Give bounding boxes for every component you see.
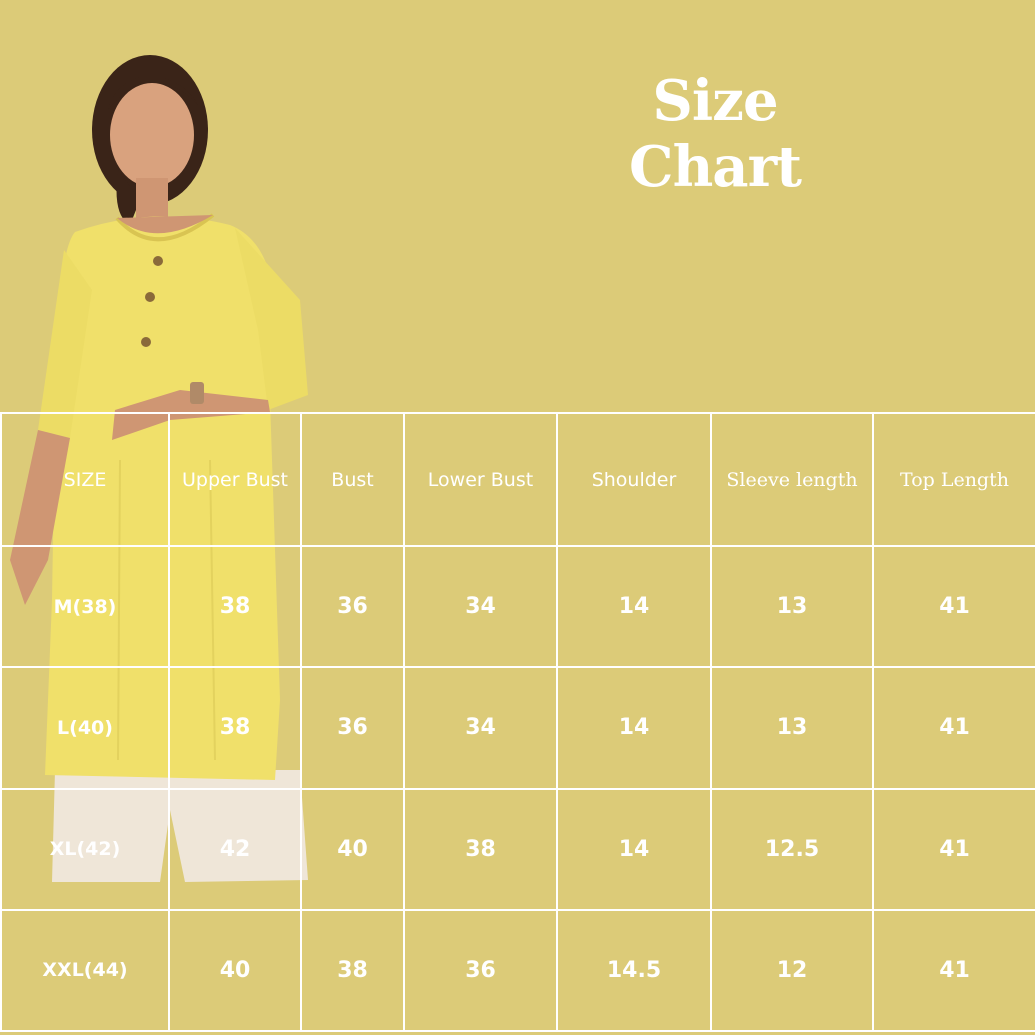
- size-cell: L(40): [0, 666, 170, 790]
- lower-bust-cell: 38: [403, 787, 558, 911]
- table-row: M(38) 38 36 34 14 13 41: [0, 544, 1035, 669]
- header-top-length: Top Length: [872, 412, 1035, 547]
- size-cell: XXL(44): [0, 908, 170, 1033]
- header-upper-bust: Upper Bust: [168, 412, 302, 547]
- upper-bust-cell: 42: [168, 787, 302, 911]
- upper-bust-cell: 40: [168, 908, 302, 1033]
- sleeve-length-cell: 12: [710, 908, 874, 1033]
- header-size: SIZE: [0, 412, 170, 547]
- table-row: XL(42) 42 40 38 14 12.5 41: [0, 787, 1035, 911]
- size-cell: M(38): [0, 544, 170, 669]
- header-shoulder: Shoulder: [556, 412, 712, 547]
- lower-bust-cell: 36: [403, 908, 558, 1033]
- top-length-cell: 41: [872, 666, 1035, 790]
- sleeve-length-cell: 13: [710, 666, 874, 790]
- size-cell: XL(42): [0, 787, 170, 911]
- size-chart-canvas: Size Chart SIZE Upper Bust Bust Lower Bu…: [0, 0, 1035, 1035]
- top-length-cell: 41: [872, 787, 1035, 911]
- shoulder-cell: 14: [556, 787, 712, 911]
- upper-bust-cell: 38: [168, 666, 302, 790]
- shoulder-cell: 14: [556, 666, 712, 790]
- top-length-cell: 41: [872, 908, 1035, 1033]
- page-title: Size Chart: [629, 68, 802, 200]
- upper-bust-cell: 38: [168, 544, 302, 669]
- sleeve-length-cell: 13: [710, 544, 874, 669]
- size-chart-table: SIZE Upper Bust Bust Lower Bust Shoulder…: [0, 412, 1035, 1033]
- header-sleeve-length: Sleeve length: [710, 412, 874, 547]
- header-bust: Bust: [300, 412, 405, 547]
- table-header-row: SIZE Upper Bust Bust Lower Bust Shoulder…: [0, 412, 1035, 547]
- shoulder-cell: 14.5: [556, 908, 712, 1033]
- top-length-cell: 41: [872, 544, 1035, 669]
- header-lower-bust: Lower Bust: [403, 412, 558, 547]
- bust-cell: 36: [300, 544, 405, 669]
- table-row: L(40) 38 36 34 14 13 41: [0, 666, 1035, 790]
- sleeve-length-cell: 12.5: [710, 787, 874, 911]
- bust-cell: 40: [300, 787, 405, 911]
- bust-cell: 36: [300, 666, 405, 790]
- lower-bust-cell: 34: [403, 544, 558, 669]
- shoulder-cell: 14: [556, 544, 712, 669]
- bust-cell: 38: [300, 908, 405, 1033]
- table-row: XXL(44) 40 38 36 14.5 12 41: [0, 908, 1035, 1033]
- lower-bust-cell: 34: [403, 666, 558, 790]
